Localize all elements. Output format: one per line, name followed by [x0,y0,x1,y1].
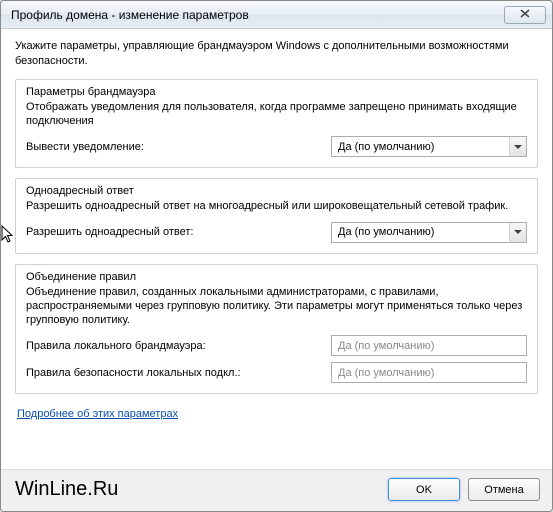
cancel-button[interactable]: Отмена [468,478,540,501]
row-notification: Вывести уведомление: Да (по умолчанию) [26,136,527,157]
row-local-consec-rules: Правила безопасности локальных подкл.: Д… [26,362,527,383]
window-title: Профиль домена - изменение параметров [11,8,504,22]
local-firewall-rules-field: Да (по умолчанию) [331,335,527,356]
group-title: Одноадресный ответ [26,185,527,197]
field-value: Да (по умолчанию) [338,367,434,379]
titlebar: Профиль домена - изменение параметров [1,1,552,29]
group-desc: Отображать уведомления для пользователя,… [26,100,527,129]
intro-text: Укажите параметры, управляющие брандмауэ… [15,39,538,69]
close-icon [520,9,530,21]
combo-value: Да (по умолчанию) [338,226,434,238]
button-label: Отмена [484,484,523,496]
row-label: Правила безопасности локальных подкл.: [26,367,331,379]
group-rule-merging: Объединение правил Объединение правил, с… [15,264,538,395]
chevron-down-icon [509,223,526,242]
group-title: Параметры брандмауэра [26,86,527,98]
local-consec-rules-field: Да (по умолчанию) [331,362,527,383]
group-desc: Разрешить одноадресный ответ на многоадр… [26,199,527,213]
row-label: Вывести уведомление: [26,141,331,153]
row-unicast: Разрешить одноадресный ответ: Да (по умо… [26,222,527,243]
dialog-window: Профиль домена - изменение параметров Ук… [0,0,553,512]
learn-more-link[interactable]: Подробнее об этих параметрах [17,408,178,420]
row-label: Правила локального брандмауэра: [26,340,331,352]
row-label: Разрешить одноадресный ответ: [26,226,331,238]
button-label: OK [416,484,432,496]
notification-combobox[interactable]: Да (по умолчанию) [331,136,527,157]
row-local-firewall-rules: Правила локального брандмауэра: Да (по у… [26,335,527,356]
chevron-down-icon [509,137,526,156]
dialog-footer: WinLine.Ru OK Отмена [1,469,552,511]
close-button[interactable] [504,6,546,24]
field-value: Да (по умолчанию) [338,340,434,352]
combo-value: Да (по умолчанию) [338,141,434,153]
group-title: Объединение правил [26,271,527,283]
dialog-body: Укажите параметры, управляющие брандмауэ… [1,29,552,469]
group-firewall-settings: Параметры брандмауэра Отображать уведомл… [15,79,538,169]
group-unicast-response: Одноадресный ответ Разрешить одноадресны… [15,178,538,253]
group-desc: Объединение правил, созданных локальными… [26,285,527,328]
watermark-text: WinLine.Ru [13,478,380,501]
ok-button[interactable]: OK [388,478,460,501]
unicast-combobox[interactable]: Да (по умолчанию) [331,222,527,243]
